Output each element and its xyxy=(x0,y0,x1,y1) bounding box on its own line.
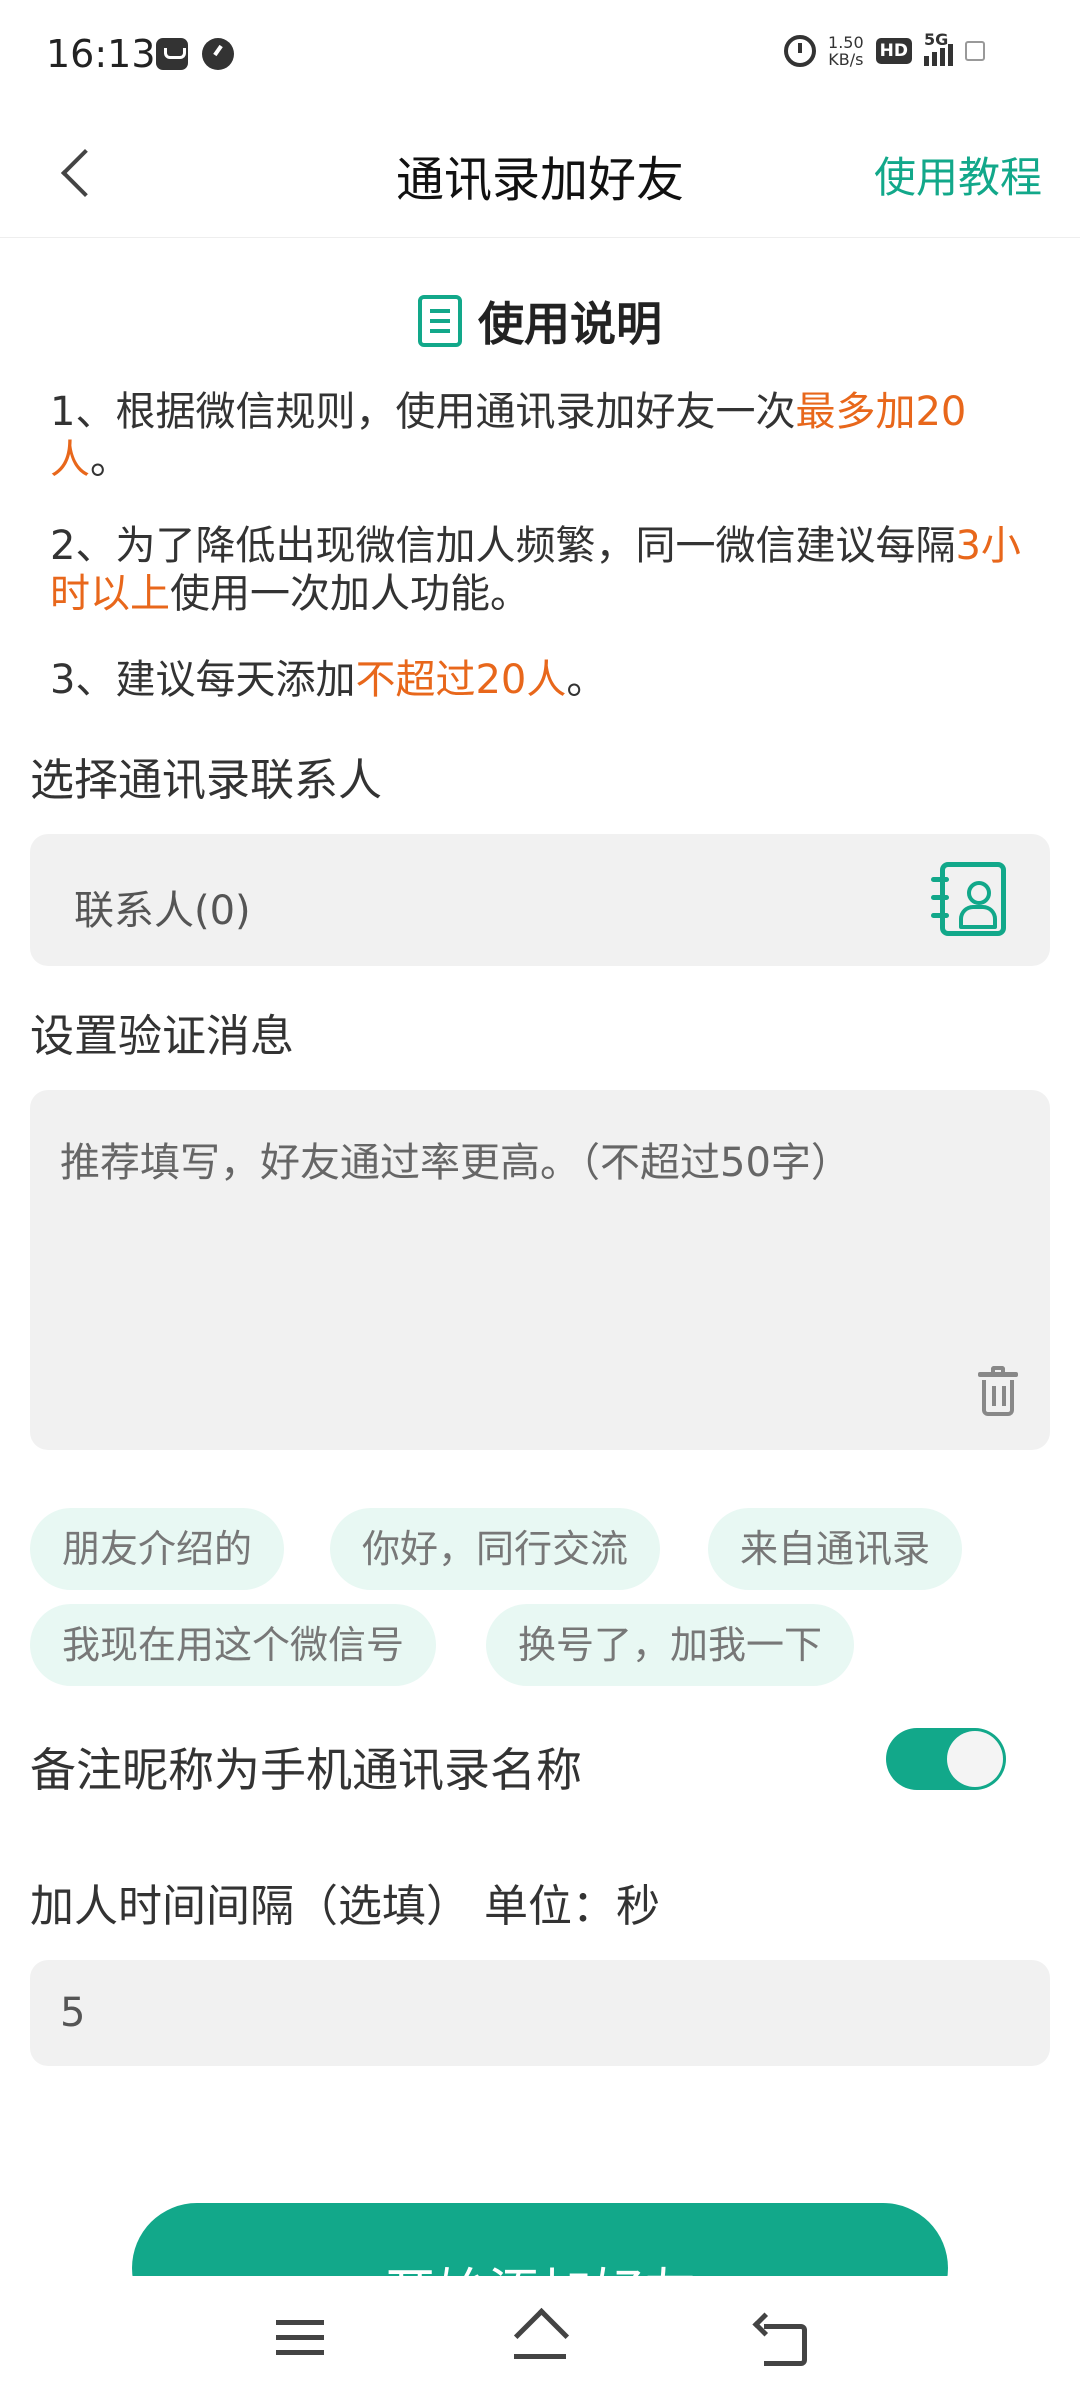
title-bar: 通讯录加好友 使用教程 xyxy=(0,110,1080,238)
remark-toggle[interactable] xyxy=(886,1728,1006,1790)
verification-message-input[interactable]: 推荐填写，好友通过率更高。（不超过50字） xyxy=(30,1090,1050,1450)
system-nav-bar xyxy=(0,2276,1080,2400)
quick-message-chip[interactable]: 我现在用这个微信号 xyxy=(30,1604,437,1686)
rule-3: 3、建议每天添加不超过20人。 xyxy=(50,656,1040,704)
signal-icon: 5G xyxy=(924,30,953,66)
notification-compass-icon xyxy=(202,38,234,70)
rule-2: 2、为了降低出现微信加人频繁，同一微信建议每隔3小时以上使用一次加人功能。 xyxy=(50,522,1040,618)
rule-2-end: 使用一次加人功能。 xyxy=(170,571,530,617)
back-nav-icon[interactable] xyxy=(756,2316,807,2366)
quick-message-chip[interactable]: 换号了，加我一下 xyxy=(486,1604,855,1686)
hd-badge: HD xyxy=(875,38,912,64)
status-bar: 16:13 1.50 KB/s HD 5G xyxy=(0,0,1080,110)
rule-1-text: 1、根据微信规则，使用通讯录加好友一次 xyxy=(50,389,796,435)
interval-value: 5 xyxy=(60,1990,86,2036)
alarm-icon xyxy=(784,35,817,67)
contact-selector[interactable]: 联系人(0) xyxy=(30,834,1050,966)
interval-label: 加人时间间隔（选填） 单位：秒 xyxy=(30,1881,660,1932)
signal-bar xyxy=(932,52,937,66)
instructions-title: 使用说明 xyxy=(478,297,662,351)
instructions-header: 使用说明 xyxy=(0,288,1080,354)
rule-3-highlight: 不超过20人 xyxy=(355,657,567,703)
status-right-icons: 1.50 KB/s HD 5G xyxy=(784,30,985,68)
contact-count: 联系人(0) xyxy=(74,888,251,934)
contacts-book-tab xyxy=(931,877,949,882)
tutorial-link[interactable]: 使用教程 xyxy=(874,144,1042,205)
rule-3-end: 。 xyxy=(566,657,607,703)
net-speed: 1.50 KB/s xyxy=(828,34,864,68)
status-time: 16:13 xyxy=(46,32,156,76)
signal-bar xyxy=(924,56,929,66)
contacts-book-icon[interactable] xyxy=(931,862,1006,936)
net-speed-value: 1.50 xyxy=(828,33,864,52)
status-left-icons xyxy=(156,38,234,70)
message-label: 设置验证消息 xyxy=(30,1011,294,1062)
menu-icon[interactable] xyxy=(276,2320,324,2356)
network-type: 5G xyxy=(924,30,949,49)
quick-message-chip[interactable]: 朋友介绍的 xyxy=(30,1508,285,1590)
trash-icon[interactable] xyxy=(978,1366,1018,1418)
signal-bar xyxy=(948,44,953,66)
notification-app-icon xyxy=(156,38,188,70)
toggle-knob xyxy=(947,1731,1003,1787)
battery-icon xyxy=(965,41,985,61)
message-placeholder: 推荐填写，好友通过率更高。（不超过50字） xyxy=(60,1140,851,1186)
rule-3-text: 3、建议每天添加 xyxy=(50,657,356,703)
home-icon[interactable] xyxy=(508,2312,572,2362)
contacts-book-tab xyxy=(931,913,949,918)
document-icon xyxy=(418,295,462,347)
net-speed-unit: KB/s xyxy=(828,50,864,69)
trash-icon-can xyxy=(982,1380,1014,1416)
rule-2-text: 2、为了降低出现微信加人频繁，同一微信建议每隔 xyxy=(50,523,956,569)
quick-message-chip[interactable]: 来自通讯录 xyxy=(708,1508,963,1590)
interval-input[interactable]: 5 xyxy=(30,1960,1050,2066)
quick-message-chip[interactable]: 你好，同行交流 xyxy=(330,1508,661,1590)
contacts-label: 选择通讯录联系人 xyxy=(30,755,382,806)
rule-1: 1、根据微信规则，使用通讯录加好友一次最多加20人。 xyxy=(50,388,1040,484)
trash-icon-lid xyxy=(978,1372,1018,1377)
contacts-book-tab xyxy=(931,895,949,900)
signal-bar xyxy=(940,48,945,66)
remark-label: 备注昵称为手机通讯录名称 xyxy=(30,1743,582,1797)
rule-1-end: 。 xyxy=(90,437,130,483)
